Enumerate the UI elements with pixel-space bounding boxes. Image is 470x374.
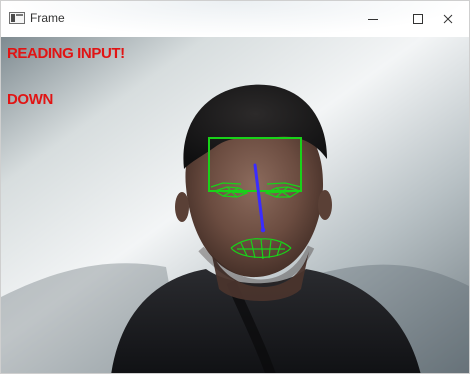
head-direction-tip xyxy=(260,227,266,233)
window-app-icon-graphic xyxy=(9,12,25,24)
status-text-reading: READING INPUT! xyxy=(7,45,125,62)
close-button[interactable] xyxy=(424,1,469,37)
camera-feed xyxy=(1,37,469,373)
title-bar[interactable]: Frame xyxy=(1,1,469,37)
window-app-icon[interactable] xyxy=(9,12,25,24)
maximize-icon xyxy=(413,14,423,24)
person-ear-right xyxy=(318,190,332,220)
close-icon xyxy=(443,14,452,24)
frame-window: Frame READING INPUT! DOWN xyxy=(0,0,470,374)
camera-feed-scene xyxy=(1,37,469,373)
minimize-icon xyxy=(368,19,378,20)
status-text-direction: DOWN xyxy=(7,91,53,108)
minimize-button[interactable] xyxy=(350,1,396,37)
person-ear-left xyxy=(175,192,189,222)
window-title: Frame xyxy=(30,11,65,25)
